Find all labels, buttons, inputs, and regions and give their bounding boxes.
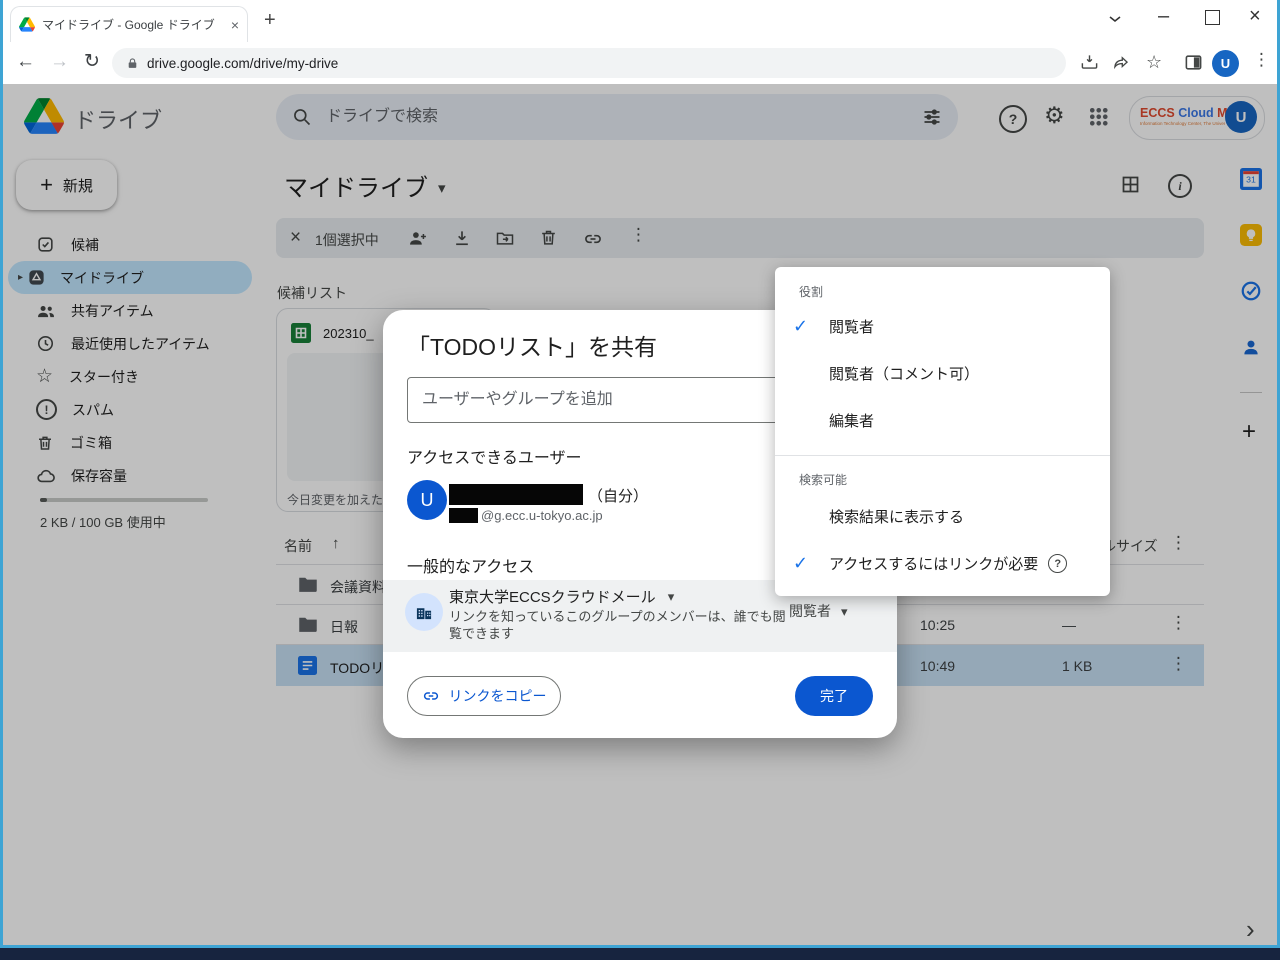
- owner-name-redacted: [449, 484, 583, 505]
- browser-menu-icon[interactable]: ⋮: [1253, 51, 1270, 68]
- window-border-left: [0, 0, 3, 960]
- caret-down-icon: ▾: [841, 605, 848, 618]
- tab-close-icon[interactable]: ×: [231, 18, 239, 32]
- window-close-button[interactable]: ×: [1249, 6, 1261, 26]
- general-access-label: 一般的なアクセス: [407, 553, 534, 577]
- help-circle-icon[interactable]: ?: [1048, 554, 1067, 573]
- done-button[interactable]: 完了: [795, 676, 873, 716]
- tab-title: マイドライブ - Google ドライブ: [42, 16, 225, 33]
- lock-icon: [126, 57, 139, 70]
- copy-link-button[interactable]: リンクをコピー: [407, 676, 561, 716]
- general-access-selector[interactable]: 東京大学ECCSクラウドメール ▾: [449, 586, 674, 607]
- role-dropdown-menu: 役割 ✓ 閲覧者 ✓ 閲覧者（コメント可） ✓ 編集者 検索可能 ✓ 検索結果に…: [775, 267, 1110, 596]
- menu-item-show-in-search[interactable]: ✓ 検索結果に表示する: [775, 493, 1110, 540]
- owner-email-domain: @g.ecc.u-tokyo.ac.jp: [481, 508, 603, 523]
- save-page-icon[interactable]: [1080, 53, 1099, 72]
- copy-link-label: リンクをコピー: [449, 686, 547, 706]
- access-users-label: アクセスできるユーザー: [407, 444, 582, 468]
- general-access-role-button[interactable]: 閲覧者 ▾: [783, 594, 854, 628]
- back-button[interactable]: ←: [16, 52, 35, 71]
- new-tab-button[interactable]: +: [264, 10, 276, 30]
- organization-building-icon: [405, 593, 443, 631]
- desktop-strip: [0, 948, 1280, 960]
- drive-favicon: [19, 17, 35, 32]
- browser-tab[interactable]: マイドライブ - Google ドライブ ×: [10, 6, 248, 42]
- role-section-label: 役割: [799, 283, 823, 300]
- check-icon: ✓: [793, 553, 815, 574]
- menu-item-commenter[interactable]: ✓ 閲覧者（コメント可）: [775, 350, 1110, 397]
- reload-button[interactable]: ↻: [84, 52, 100, 71]
- share-icon[interactable]: [1112, 53, 1131, 72]
- done-label: 完了: [820, 686, 848, 706]
- menu-item-editor[interactable]: ✓ 編集者: [775, 397, 1110, 444]
- check-icon: ✓: [793, 316, 815, 337]
- bookmark-star-icon[interactable]: ☆: [1146, 53, 1162, 71]
- searchable-section-label: 検索可能: [799, 471, 847, 488]
- link-icon: [422, 687, 440, 705]
- general-access-description: リンクを知っているこのグループのメンバーは、誰でも閲覧できます: [449, 608, 791, 642]
- general-access-name: 東京大学ECCSクラウドメール: [449, 586, 656, 607]
- owner-avatar: U: [407, 480, 447, 520]
- role-value: 閲覧者: [789, 601, 831, 621]
- window-minimize-button[interactable]: –: [1158, 6, 1169, 26]
- url-text: drive.google.com/drive/my-drive: [147, 56, 338, 71]
- owner-self-suffix: （自分）: [588, 485, 648, 506]
- window-chevron-icon[interactable]: [1108, 14, 1122, 24]
- forward-button[interactable]: →: [50, 52, 69, 71]
- address-bar[interactable]: drive.google.com/drive/my-drive: [112, 48, 1066, 78]
- window-maximize-button[interactable]: [1205, 10, 1220, 25]
- owner-email-redacted: [449, 508, 478, 523]
- menu-item-viewer[interactable]: ✓ 閲覧者: [775, 303, 1110, 350]
- side-panel-icon[interactable]: [1184, 53, 1203, 72]
- menu-divider: [775, 455, 1110, 456]
- browser-window: マイドライブ - Google ドライブ × + – × ← → ↻ drive…: [0, 0, 1280, 960]
- share-dialog-title: 「TODOリスト」を共有: [407, 328, 657, 362]
- caret-down-icon: ▾: [668, 590, 675, 603]
- menu-item-link-required[interactable]: ✓ アクセスするにはリンクが必要 ?: [775, 540, 1110, 587]
- browser-avatar[interactable]: U: [1212, 50, 1239, 77]
